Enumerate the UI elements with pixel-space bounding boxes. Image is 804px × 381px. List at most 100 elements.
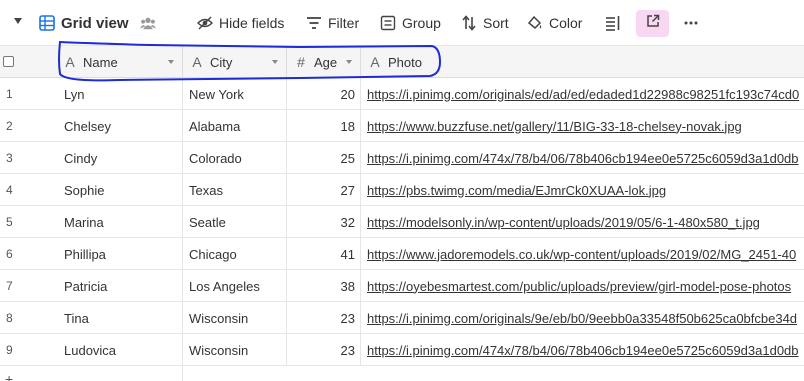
city-cell[interactable]: Texas	[189, 174, 285, 206]
photo-cell[interactable]: https://oyebesmartest.com/public/uploads…	[367, 270, 804, 302]
row-number: 2	[6, 119, 13, 133]
age-cell[interactable]: 23	[287, 334, 355, 366]
row-number: 6	[6, 247, 13, 261]
records-grid: A Name A City # Age A Photo 1 Lyn New York…	[0, 46, 804, 381]
color-label: Color	[549, 15, 583, 31]
table-row[interactable]: 3 Cindy Colorado 25 https://i.pinimg.com/474…	[0, 142, 804, 174]
share-view-button[interactable]	[636, 10, 669, 37]
name-cell[interactable]: Lyn	[64, 78, 180, 110]
table-row[interactable]: 4 Sophie Texas 27 https://pbs.twimg.com/medi…	[0, 174, 804, 206]
photo-link[interactable]: https://modelsonly.in/wp-content/uploads…	[367, 215, 760, 230]
photo-link[interactable]: https://i.pinimg.com/474x/78/b4/06/78b40…	[367, 151, 799, 166]
hide-icon	[197, 15, 213, 31]
photo-link[interactable]: https://www.buzzfuse.net/gallery/11/BIG-…	[367, 119, 742, 134]
age-cell[interactable]: 25	[287, 142, 355, 174]
photo-link[interactable]: https://i.pinimg.com/originals/ed/ad/ed/…	[367, 87, 799, 102]
column-city-label: City	[210, 54, 233, 70]
more-options-button[interactable]	[683, 0, 705, 46]
photo-cell[interactable]: https://www.buzzfuse.net/gallery/11/BIG-…	[367, 110, 804, 142]
photo-cell[interactable]: https://i.pinimg.com/originals/ed/ad/ed/…	[367, 78, 804, 110]
photo-cell[interactable]: https://i.pinimg.com/474x/78/b4/06/78b40…	[367, 142, 804, 174]
age-cell[interactable]: 18	[287, 110, 355, 142]
chevron-down-icon[interactable]	[168, 60, 174, 64]
text-field-icon: A	[65, 54, 75, 70]
column-header-city[interactable]: A City	[183, 46, 287, 78]
table-row[interactable]: 8 Tina Wisconsin 23 https://i.pinimg.com/ori…	[0, 302, 804, 334]
column-header-name[interactable]: A Name	[56, 46, 183, 78]
row-number: 5	[6, 215, 13, 229]
photo-link[interactable]: https://i.pinimg.com/originals/9e/eb/b0/…	[367, 311, 797, 326]
age-cell[interactable]: 23	[287, 302, 355, 334]
group-icon	[380, 15, 396, 31]
photo-cell[interactable]: https://i.pinimg.com/474x/78/b4/06/78b40…	[367, 334, 804, 366]
age-cell[interactable]: 38	[287, 270, 355, 302]
view-name: Grid view	[61, 14, 129, 32]
row-height-button[interactable]	[605, 0, 627, 46]
photo-cell[interactable]: https://www.jadoremodels.co.uk/wp-conten…	[367, 238, 804, 270]
city-cell[interactable]: Alabama	[189, 110, 285, 142]
column-header-age[interactable]: # Age	[287, 46, 361, 78]
age-cell[interactable]: 20	[287, 78, 355, 110]
age-cell[interactable]: 32	[287, 206, 355, 238]
photo-link[interactable]: https://oyebesmartest.com/public/uploads…	[367, 279, 791, 294]
row-number: 8	[6, 311, 13, 325]
collaborators-button[interactable]	[140, 0, 162, 46]
row-number: 7	[6, 279, 13, 293]
group-label: Group	[402, 15, 441, 31]
age-cell[interactable]: 27	[287, 174, 355, 206]
filter-icon	[306, 15, 322, 31]
name-cell[interactable]: Ludovica	[64, 334, 180, 366]
grid-view-selector[interactable]: Grid view	[39, 0, 129, 46]
color-button[interactable]: Color	[527, 0, 582, 46]
column-photo-label: Photo	[388, 54, 422, 70]
chevron-down-icon[interactable]	[272, 60, 278, 64]
sort-label: Sort	[483, 15, 509, 31]
filter-button[interactable]: Filter	[306, 0, 359, 46]
chevron-down-icon[interactable]	[346, 60, 352, 64]
add-record-button[interactable]: +	[5, 371, 13, 381]
city-cell[interactable]: Los Angeles	[189, 270, 285, 302]
photo-link[interactable]: https://pbs.twimg.com/media/EJmrCk0XUAA-…	[367, 183, 666, 198]
table-row[interactable]: 9 Ludovica Wisconsin 23 https://i.pinimg.com…	[0, 334, 804, 366]
name-cell[interactable]: Tina	[64, 302, 180, 334]
people-icon	[140, 15, 156, 31]
group-button[interactable]: Group	[380, 0, 441, 46]
city-cell[interactable]: Chicago	[189, 238, 285, 270]
name-cell[interactable]: Patricia	[64, 270, 180, 302]
age-cell[interactable]: 41	[287, 238, 355, 270]
name-cell[interactable]: Phillipa	[64, 238, 180, 270]
table-row[interactable]: 2 Chelsey Alabama 18 https://www.buzzfuse.ne…	[0, 110, 804, 142]
city-cell[interactable]: Wisconsin	[189, 302, 285, 334]
photo-cell[interactable]: https://i.pinimg.com/originals/9e/eb/b0/…	[367, 302, 804, 334]
photo-cell[interactable]: https://modelsonly.in/wp-content/uploads…	[367, 206, 804, 238]
city-cell[interactable]: Wisconsin	[189, 334, 285, 366]
city-cell[interactable]: Colorado	[189, 142, 285, 174]
photo-link[interactable]: https://i.pinimg.com/474x/78/b4/06/78b40…	[367, 343, 799, 358]
name-cell[interactable]: Chelsey	[64, 110, 180, 142]
hide-fields-button[interactable]: Hide fields	[197, 0, 284, 46]
column-divider	[286, 78, 287, 366]
select-all-checkbox[interactable]	[3, 56, 14, 67]
photo-cell[interactable]: https://pbs.twimg.com/media/EJmrCk0XUAA-…	[367, 174, 804, 206]
city-cell[interactable]: Seatle	[189, 206, 285, 238]
table-row[interactable]: 5 Marina Seatle 32 https://modelsonly.in/wp-…	[0, 206, 804, 238]
more-icon	[683, 15, 699, 31]
column-name-label: Name	[83, 54, 118, 70]
sort-button[interactable]: Sort	[461, 0, 509, 46]
view-toolbar: Grid view Hide fields Filter Group Sort …	[0, 0, 804, 46]
table-row[interactable]: 6 Phillipa Chicago 41 https://www.jadoremode…	[0, 238, 804, 270]
name-cell[interactable]: Sophie	[64, 174, 180, 206]
row-height-icon	[605, 15, 621, 31]
name-cell[interactable]: Marina	[64, 206, 180, 238]
view-switcher-caret-icon[interactable]	[14, 18, 22, 24]
column-header-row: A Name A City # Age A Photo	[0, 46, 804, 78]
table-row[interactable]: 7 Patricia Los Angeles 38 https://oyebesmart…	[0, 270, 804, 302]
table-row[interactable]: 1 Lyn New York 20 https://i.pinimg.com/origi…	[0, 78, 804, 110]
photo-link[interactable]: https://www.jadoremodels.co.uk/wp-conten…	[367, 247, 796, 262]
name-cell[interactable]: Cindy	[64, 142, 180, 174]
text-field-icon: A	[370, 54, 380, 70]
text-field-icon: A	[192, 54, 202, 70]
column-header-photo[interactable]: A Photo	[361, 46, 804, 78]
row-number: 3	[6, 151, 13, 165]
city-cell[interactable]: New York	[189, 78, 285, 110]
